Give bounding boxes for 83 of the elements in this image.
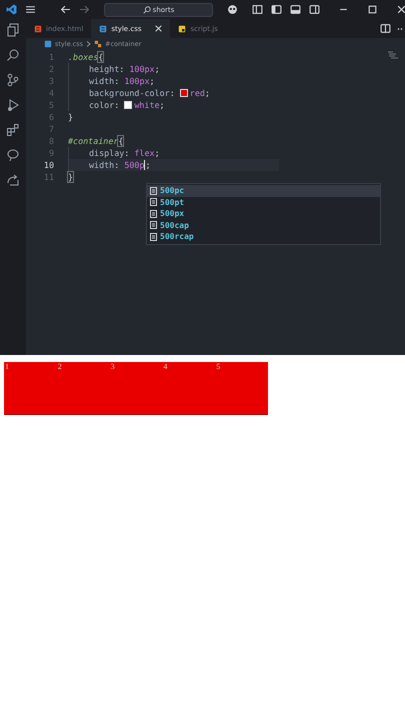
search-icon	[142, 6, 151, 14]
box-label: 1	[4, 362, 10, 373]
line-number: 9	[48, 148, 55, 158]
code-token: height	[89, 64, 120, 74]
code-token: :	[114, 100, 120, 110]
box-label: 4	[162, 362, 168, 373]
code-token: flex	[134, 148, 155, 158]
line-number: 2	[48, 64, 55, 74]
split-editor-icon[interactable]	[380, 23, 391, 34]
suggestion-item[interactable]: 500rcap	[147, 231, 380, 242]
js-file-icon	[178, 24, 186, 32]
panel-toggle-icon[interactable]	[290, 4, 301, 15]
maximize-icon[interactable]	[367, 4, 378, 15]
code-token: 500p	[124, 160, 144, 170]
code-token: white	[134, 100, 160, 110]
explorer-icon[interactable]	[6, 23, 20, 37]
unit-icon	[150, 221, 157, 230]
html-file-icon	[34, 24, 42, 32]
unit-icon	[150, 198, 157, 206]
code-token: {	[118, 136, 124, 146]
code-token: }	[68, 172, 74, 182]
suggestion-item[interactable]: 500cap	[147, 220, 380, 231]
run-debug-icon[interactable]	[6, 98, 20, 112]
box-label: 2	[56, 362, 63, 373]
text-cursor	[144, 160, 146, 170]
menu-icon[interactable]	[25, 4, 36, 15]
box-label: 5	[215, 362, 222, 373]
line-number: 6	[48, 112, 55, 122]
unit-icon	[150, 186, 157, 195]
vscode-logo-icon	[6, 4, 17, 15]
code-token: :	[124, 148, 130, 158]
code-token: ;	[154, 148, 160, 158]
css-file-icon	[44, 40, 52, 48]
code-token: ;	[204, 88, 210, 98]
close-icon[interactable]	[396, 4, 405, 15]
code-token: :	[114, 160, 120, 170]
chevron-icon	[86, 40, 91, 46]
box-label: 3	[110, 362, 116, 373]
code-token: 100px	[129, 64, 155, 74]
line-number: 7	[48, 124, 55, 134]
code-token: 100px	[124, 76, 150, 86]
code-token: :	[170, 88, 176, 98]
code-token: red	[190, 88, 205, 98]
suggestion-item[interactable]: 500px	[147, 208, 380, 220]
code-token: :	[119, 64, 126, 74]
code-token: #container	[68, 136, 118, 146]
code-token: :	[114, 76, 120, 86]
line-number: 3	[48, 76, 55, 86]
code-token: .boxes	[68, 52, 98, 62]
code-token: width	[89, 76, 114, 86]
chat-bubble-icon[interactable]	[6, 148, 20, 162]
code-token: color	[89, 100, 114, 110]
forward-arrow-icon[interactable]	[79, 4, 90, 15]
layout-icon[interactable]	[252, 4, 263, 15]
search-icon[interactable]	[6, 48, 20, 62]
code-token: }	[68, 112, 74, 122]
minimap-drawing	[387, 51, 399, 61]
code-token: ;	[150, 76, 155, 86]
code-token: display	[89, 148, 124, 158]
code-token: ;	[160, 100, 165, 110]
code-token: ;	[145, 160, 151, 170]
suggestion-item[interactable]: 500pc	[147, 185, 380, 196]
line-number: 8	[48, 136, 55, 146]
close-tab-icon[interactable]	[155, 25, 162, 32]
line-number: 10	[42, 160, 55, 170]
source-control-icon[interactable]	[6, 73, 20, 87]
line-number: 11	[42, 172, 55, 182]
code-token: ;	[154, 64, 160, 74]
line-number: 4	[48, 88, 55, 98]
selector-icon	[94, 40, 102, 48]
code-token: {	[98, 52, 104, 62]
code-token: width	[89, 160, 114, 170]
secondary-sidebar-icon[interactable]	[309, 4, 320, 15]
back-arrow-icon[interactable]	[60, 4, 71, 15]
unit-icon	[150, 232, 157, 241]
unit-icon	[150, 210, 157, 218]
sidebar-toggle-icon[interactable]	[271, 4, 282, 15]
suggestion-item[interactable]: 500pt	[147, 196, 380, 208]
line-number: 5	[48, 100, 55, 110]
line-number: 1	[48, 52, 55, 62]
extensions-icon[interactable]	[6, 123, 20, 137]
code-token: background-color	[89, 88, 170, 98]
css-file-icon	[99, 24, 108, 32]
